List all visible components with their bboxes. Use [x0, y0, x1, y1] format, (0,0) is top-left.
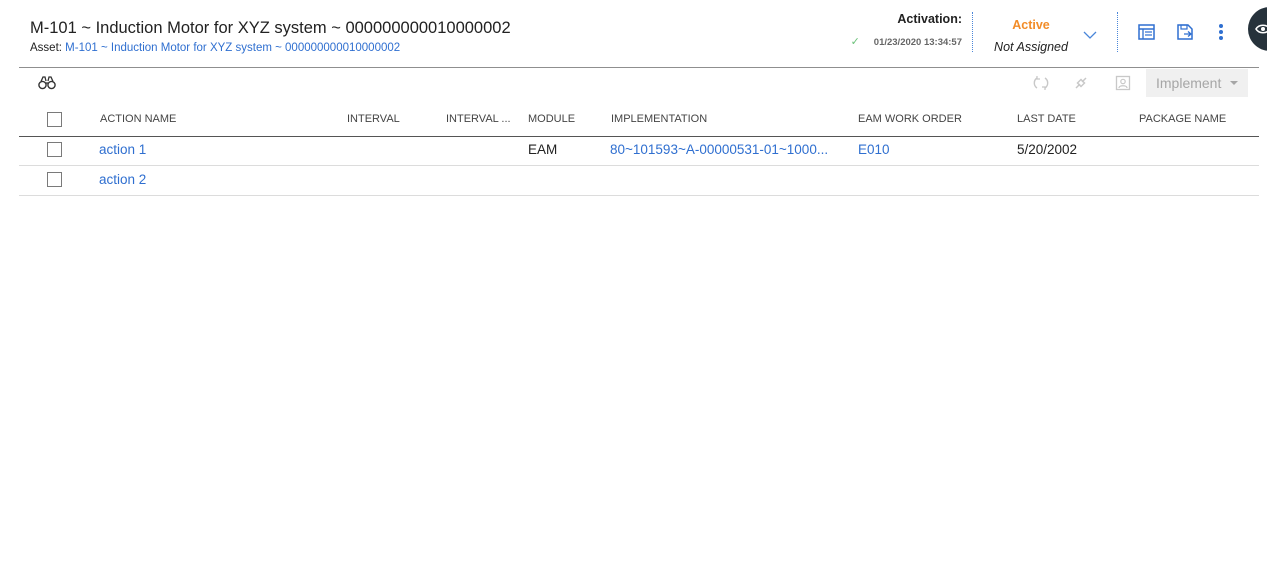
action-name-link[interactable]: action 1 [99, 142, 146, 157]
row-divider [19, 195, 1259, 196]
asset-link[interactable]: M-101 ~ Induction Motor for XYZ system ~… [65, 42, 400, 54]
last-date-cell: 5/20/2002 [1017, 142, 1078, 157]
save-icon[interactable] [1175, 22, 1195, 42]
chevron-down-icon[interactable] [1083, 29, 1097, 41]
page-title: M-101 ~ Induction Motor for XYZ system ~… [30, 19, 511, 37]
link-icon[interactable] [1073, 75, 1089, 91]
asset-label: Asset: [30, 42, 62, 54]
col-header-implementation[interactable]: IMPLEMENTATION [611, 113, 707, 125]
implement-label: Implement [1156, 75, 1222, 91]
status-label: Active [1012, 18, 1050, 32]
select-all-checkbox[interactable] [47, 112, 62, 127]
image-icon[interactable] [1115, 75, 1131, 91]
implement-button[interactable]: Implement [1146, 69, 1248, 97]
eam-work-order-link[interactable]: E010 [858, 142, 890, 157]
header-divider [1117, 12, 1118, 52]
header-rule [19, 67, 1259, 68]
row-checkbox[interactable] [47, 172, 62, 187]
col-header-eam-work-order[interactable]: EAM WORK ORDER [858, 113, 962, 125]
side-panel-toggle-button[interactable] [1248, 7, 1267, 51]
more-vert-icon[interactable] [1211, 22, 1231, 42]
status-block[interactable]: Active Not Assigned [985, 18, 1077, 54]
check-circle-icon: ✓ [850, 36, 860, 48]
binoculars-icon[interactable] [38, 75, 56, 90]
row-divider [19, 165, 1259, 166]
table-header-rule [19, 136, 1259, 137]
activation-date-line: ✓ 01/23/2020 13:34:57 [851, 35, 962, 48]
refresh-icon[interactable] [1033, 75, 1049, 91]
activation-date: 01/23/2020 13:34:57 [873, 37, 962, 48]
col-header-last-date[interactable]: LAST DATE [1017, 113, 1076, 125]
col-header-package-name[interactable]: PACKAGE NAME [1139, 113, 1226, 125]
caret-down-icon [1230, 81, 1238, 85]
col-header-interval[interactable]: INTERVAL [347, 113, 400, 125]
row-checkbox[interactable] [47, 142, 62, 157]
implementation-link[interactable]: 80~101593~A-00000531-01~1000... [610, 142, 828, 157]
activation-info: Activation: ✓ 01/23/2020 13:34:57 [851, 12, 962, 48]
action-name-link[interactable]: action 2 [99, 172, 146, 187]
activation-label: Activation: [897, 12, 962, 26]
module-cell: EAM [528, 142, 558, 157]
col-header-interval-units[interactable]: INTERVAL ... [446, 113, 511, 125]
header-divider [972, 12, 973, 52]
assignment-label: Not Assigned [994, 40, 1068, 54]
col-header-module[interactable]: MODULE [528, 113, 575, 125]
table-view-icon[interactable] [1137, 22, 1157, 42]
col-header-action-name[interactable]: ACTION NAME [100, 113, 176, 125]
eye-arrow-icon [1255, 24, 1267, 34]
asset-line: Asset: M-101 ~ Induction Motor for XYZ s… [30, 42, 400, 54]
